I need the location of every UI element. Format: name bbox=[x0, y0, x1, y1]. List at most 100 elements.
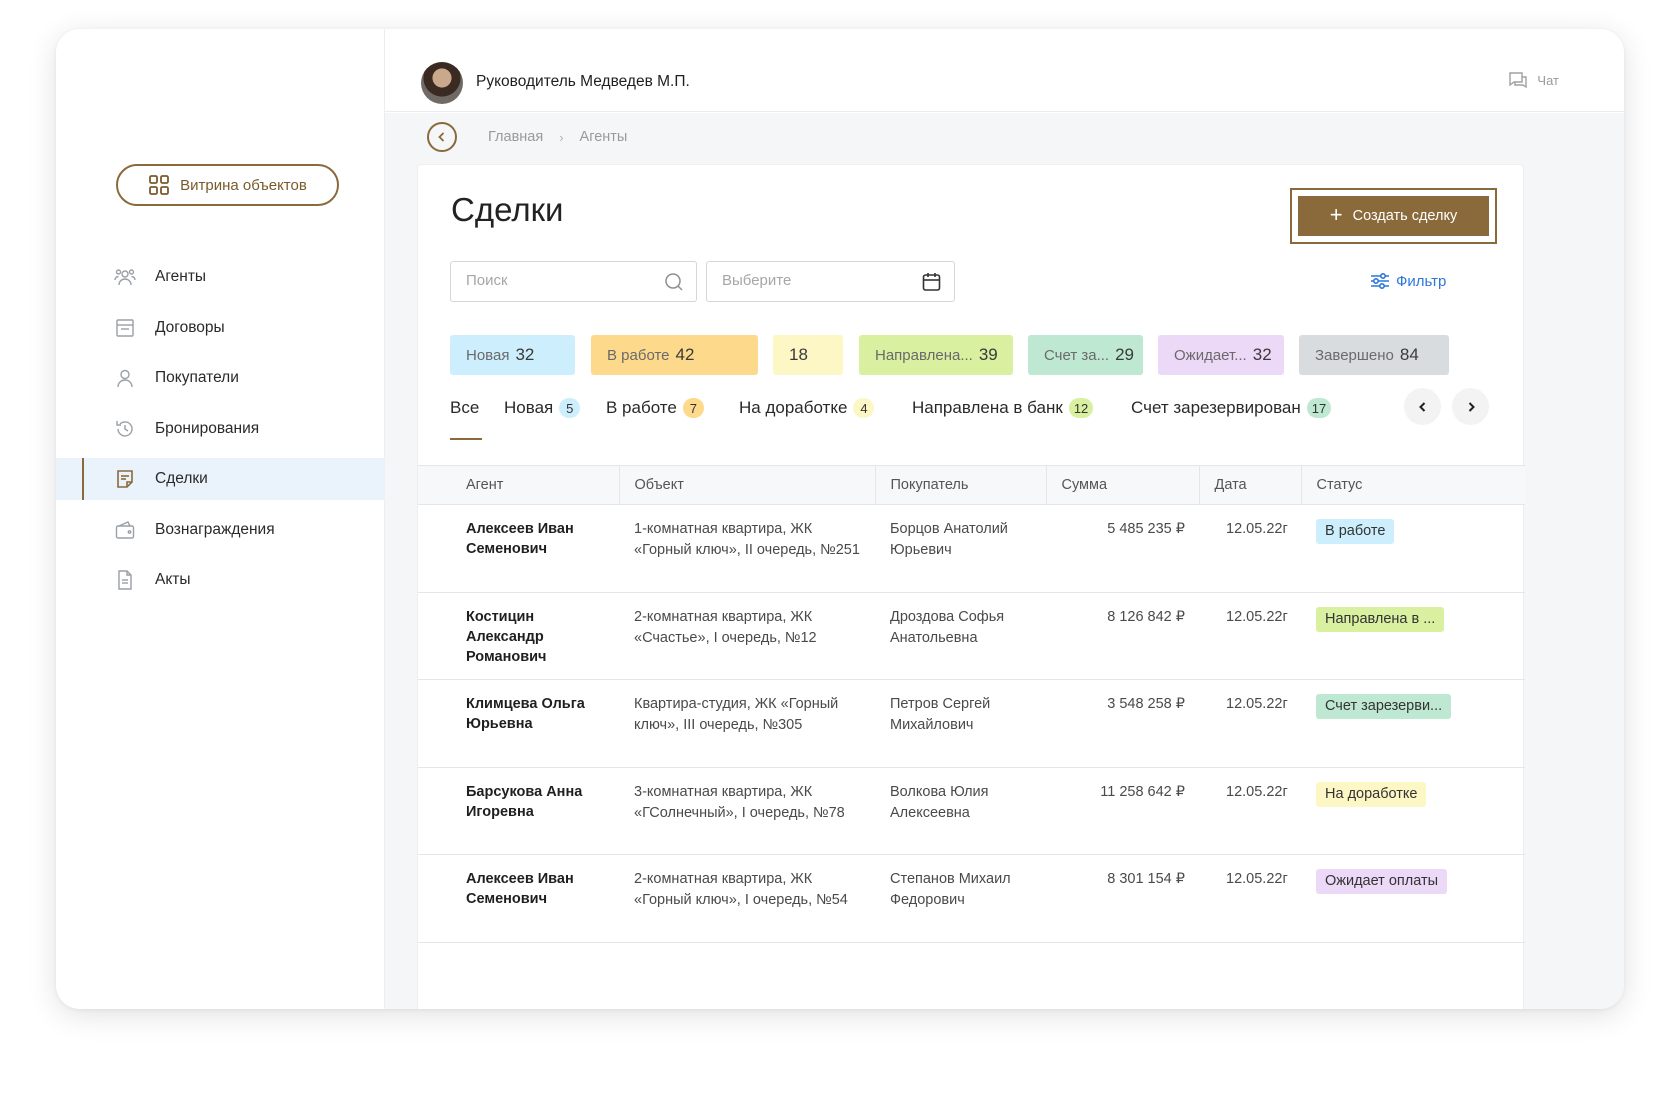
sidebar: Витрина объектов Агенты Договоры Покупат… bbox=[56, 29, 385, 1009]
cell-buyer: Степанов Михаил Федорович bbox=[875, 854, 1046, 943]
tab-count-badge: 7 bbox=[682, 398, 704, 418]
sidebar-item-label: Сделки bbox=[155, 470, 208, 487]
buyers-icon bbox=[114, 367, 136, 389]
column-header-agent[interactable]: Агент bbox=[418, 465, 620, 505]
tab-sent-to-bank[interactable]: Направлена в банк 12 bbox=[912, 393, 1094, 423]
chevron-left-icon bbox=[438, 132, 445, 142]
topbar: Руководитель Медведев М.П. Чат bbox=[385, 29, 1624, 112]
sidebar-item-rewards[interactable]: Вознаграждения bbox=[56, 509, 385, 551]
tab-label: На доработке bbox=[739, 398, 848, 417]
sidebar-item-agents[interactable]: Агенты bbox=[56, 256, 385, 298]
table-header-row: Агент Объект Покупатель Сумма Дата Стату… bbox=[418, 465, 1525, 505]
app-window: Витрина объектов Агенты Договоры Покупат… bbox=[56, 29, 1624, 1009]
sidebar-nav: Агенты Договоры Покупатели Бронирования bbox=[56, 256, 385, 610]
table-row[interactable]: Климцева Ольга Юрьевна Квартира-студия, … bbox=[418, 679, 1525, 768]
tab-all[interactable]: Все bbox=[450, 393, 479, 423]
tab-rework[interactable]: На доработке 4 bbox=[739, 393, 875, 423]
search-input[interactable] bbox=[466, 272, 646, 289]
chat-icon bbox=[1509, 72, 1528, 89]
column-header-object[interactable]: Объект bbox=[619, 465, 876, 505]
cell-date: 12.05.22г bbox=[1199, 504, 1301, 593]
tab-count-badge: 12 bbox=[1068, 398, 1094, 418]
search-field bbox=[450, 261, 697, 302]
chip-label: Направлена... bbox=[875, 346, 973, 364]
cell-sum: 8 301 154 ₽ bbox=[1046, 854, 1199, 943]
chip-label: Счет за... bbox=[1044, 346, 1110, 364]
chip-completed[interactable]: Завершено 84 bbox=[1299, 335, 1449, 375]
avatar[interactable] bbox=[421, 62, 463, 104]
table-row[interactable]: Алексеев Иван Семенович 2-комнатная квар… bbox=[418, 854, 1525, 943]
cell-status: Ожидает оплаты bbox=[1301, 854, 1525, 943]
filter-label: Фильтр bbox=[1396, 272, 1447, 290]
sidebar-item-contracts[interactable]: Договоры bbox=[56, 307, 385, 349]
chip-rework[interactable]: 18 bbox=[773, 335, 843, 375]
chat-button[interactable]: Чат bbox=[1507, 69, 1559, 91]
content-area: Главная › Агенты Сделки + Создать сделку bbox=[385, 113, 1624, 1009]
tab-active-indicator bbox=[450, 438, 482, 440]
breadcrumb: Главная › Агенты bbox=[488, 129, 627, 145]
deals-icon bbox=[114, 468, 136, 490]
breadcrumb-home[interactable]: Главная bbox=[488, 129, 543, 145]
column-header-buyer[interactable]: Покупатель bbox=[875, 465, 1047, 505]
status-badge: Счет зарезерви... bbox=[1316, 694, 1452, 719]
cell-object: 3-комнатная квартира, ЖК «ГСолнечный», I… bbox=[619, 767, 875, 855]
column-header-date[interactable]: Дата bbox=[1199, 465, 1302, 505]
column-header-status[interactable]: Статус bbox=[1301, 465, 1525, 505]
back-button[interactable] bbox=[427, 122, 457, 152]
cell-buyer: Волкова Юлия Алексеевна bbox=[875, 767, 1046, 855]
column-header-sum[interactable]: Сумма bbox=[1046, 465, 1200, 505]
chip-invoice[interactable]: Счет за... 29 bbox=[1028, 335, 1143, 375]
cell-object: Квартира-студия, ЖК «Горный ключ», III о… bbox=[619, 679, 875, 768]
sidebar-item-bookings[interactable]: Бронирования bbox=[56, 408, 385, 450]
chip-sent-to-bank[interactable]: Направлена... 39 bbox=[859, 335, 1013, 375]
sidebar-item-acts[interactable]: Акты bbox=[56, 559, 385, 601]
status-badge: На доработке bbox=[1316, 781, 1427, 807]
create-deal-label: Создать сделку bbox=[1352, 208, 1458, 224]
search-icon[interactable] bbox=[664, 272, 684, 292]
cell-agent: Алексеев Иван Семенович bbox=[418, 504, 619, 593]
chip-label: В работе bbox=[607, 346, 670, 364]
chip-count: 32 bbox=[515, 345, 535, 364]
tab-in-progress[interactable]: В работе 7 bbox=[606, 393, 704, 423]
cell-sum: 11 258 642 ₽ bbox=[1046, 767, 1199, 855]
cell-status: В работе bbox=[1301, 504, 1525, 593]
breadcrumb-current[interactable]: Агенты bbox=[580, 129, 628, 145]
chip-count: 84 bbox=[1399, 345, 1419, 364]
chip-new[interactable]: Новая 32 bbox=[450, 335, 575, 375]
chip-awaiting[interactable]: Ожидает... 32 bbox=[1158, 335, 1284, 375]
table-row[interactable]: Костицин Александр Романович 2-комнатная… bbox=[418, 592, 1525, 680]
tab-new[interactable]: Новая 5 bbox=[504, 393, 581, 423]
cell-date: 12.05.22г bbox=[1199, 767, 1301, 855]
contracts-icon bbox=[114, 317, 136, 339]
chip-in-progress[interactable]: В работе 42 bbox=[591, 335, 758, 375]
sidebar-item-deals[interactable]: Сделки bbox=[56, 458, 385, 500]
create-deal-button[interactable]: + Создать сделку bbox=[1298, 196, 1489, 236]
chip-label: Новая bbox=[466, 346, 510, 364]
wallet-icon bbox=[114, 519, 136, 541]
sidebar-item-buyers[interactable]: Покупатели bbox=[56, 357, 385, 399]
cell-agent: Климцева Ольга Юрьевна bbox=[418, 679, 619, 768]
filter-button[interactable]: Фильтр bbox=[1370, 272, 1446, 290]
cell-buyer: Борцов Анатолий Юрьевич bbox=[875, 504, 1046, 593]
create-deal-frame: + Создать сделку bbox=[1290, 188, 1497, 244]
cell-agent: Костицин Александр Романович bbox=[418, 592, 619, 680]
chip-count: 42 bbox=[675, 345, 695, 364]
cell-object: 2-комнатная квартира, ЖК «Счастье», I оч… bbox=[619, 592, 875, 680]
table-row[interactable]: Барсукова Анна Игоревна 3-комнатная квар… bbox=[418, 767, 1525, 855]
plus-icon: + bbox=[1329, 202, 1343, 227]
chip-label: Завершено bbox=[1315, 346, 1394, 364]
showcase-button[interactable]: Витрина объектов bbox=[116, 164, 339, 206]
sidebar-item-label: Покупатели bbox=[155, 369, 239, 386]
cell-status: Направлена в ... bbox=[1301, 592, 1525, 680]
tabs-next-button[interactable] bbox=[1452, 388, 1489, 425]
tab-label: Счет зарезервирован bbox=[1131, 398, 1301, 417]
status-badge: Ожидает оплаты bbox=[1316, 869, 1448, 894]
tab-invoice-reserved[interactable]: Счет зарезервирован 17 bbox=[1131, 393, 1332, 423]
date-field bbox=[706, 261, 955, 302]
tabs-prev-button[interactable] bbox=[1404, 388, 1441, 425]
table-row[interactable]: Алексеев Иван Семенович 1-комнатная квар… bbox=[418, 504, 1525, 593]
cell-status: На доработке bbox=[1301, 767, 1525, 855]
date-input[interactable] bbox=[722, 272, 902, 289]
calendar-icon[interactable] bbox=[921, 271, 942, 292]
tab-label: В работе bbox=[606, 398, 677, 417]
